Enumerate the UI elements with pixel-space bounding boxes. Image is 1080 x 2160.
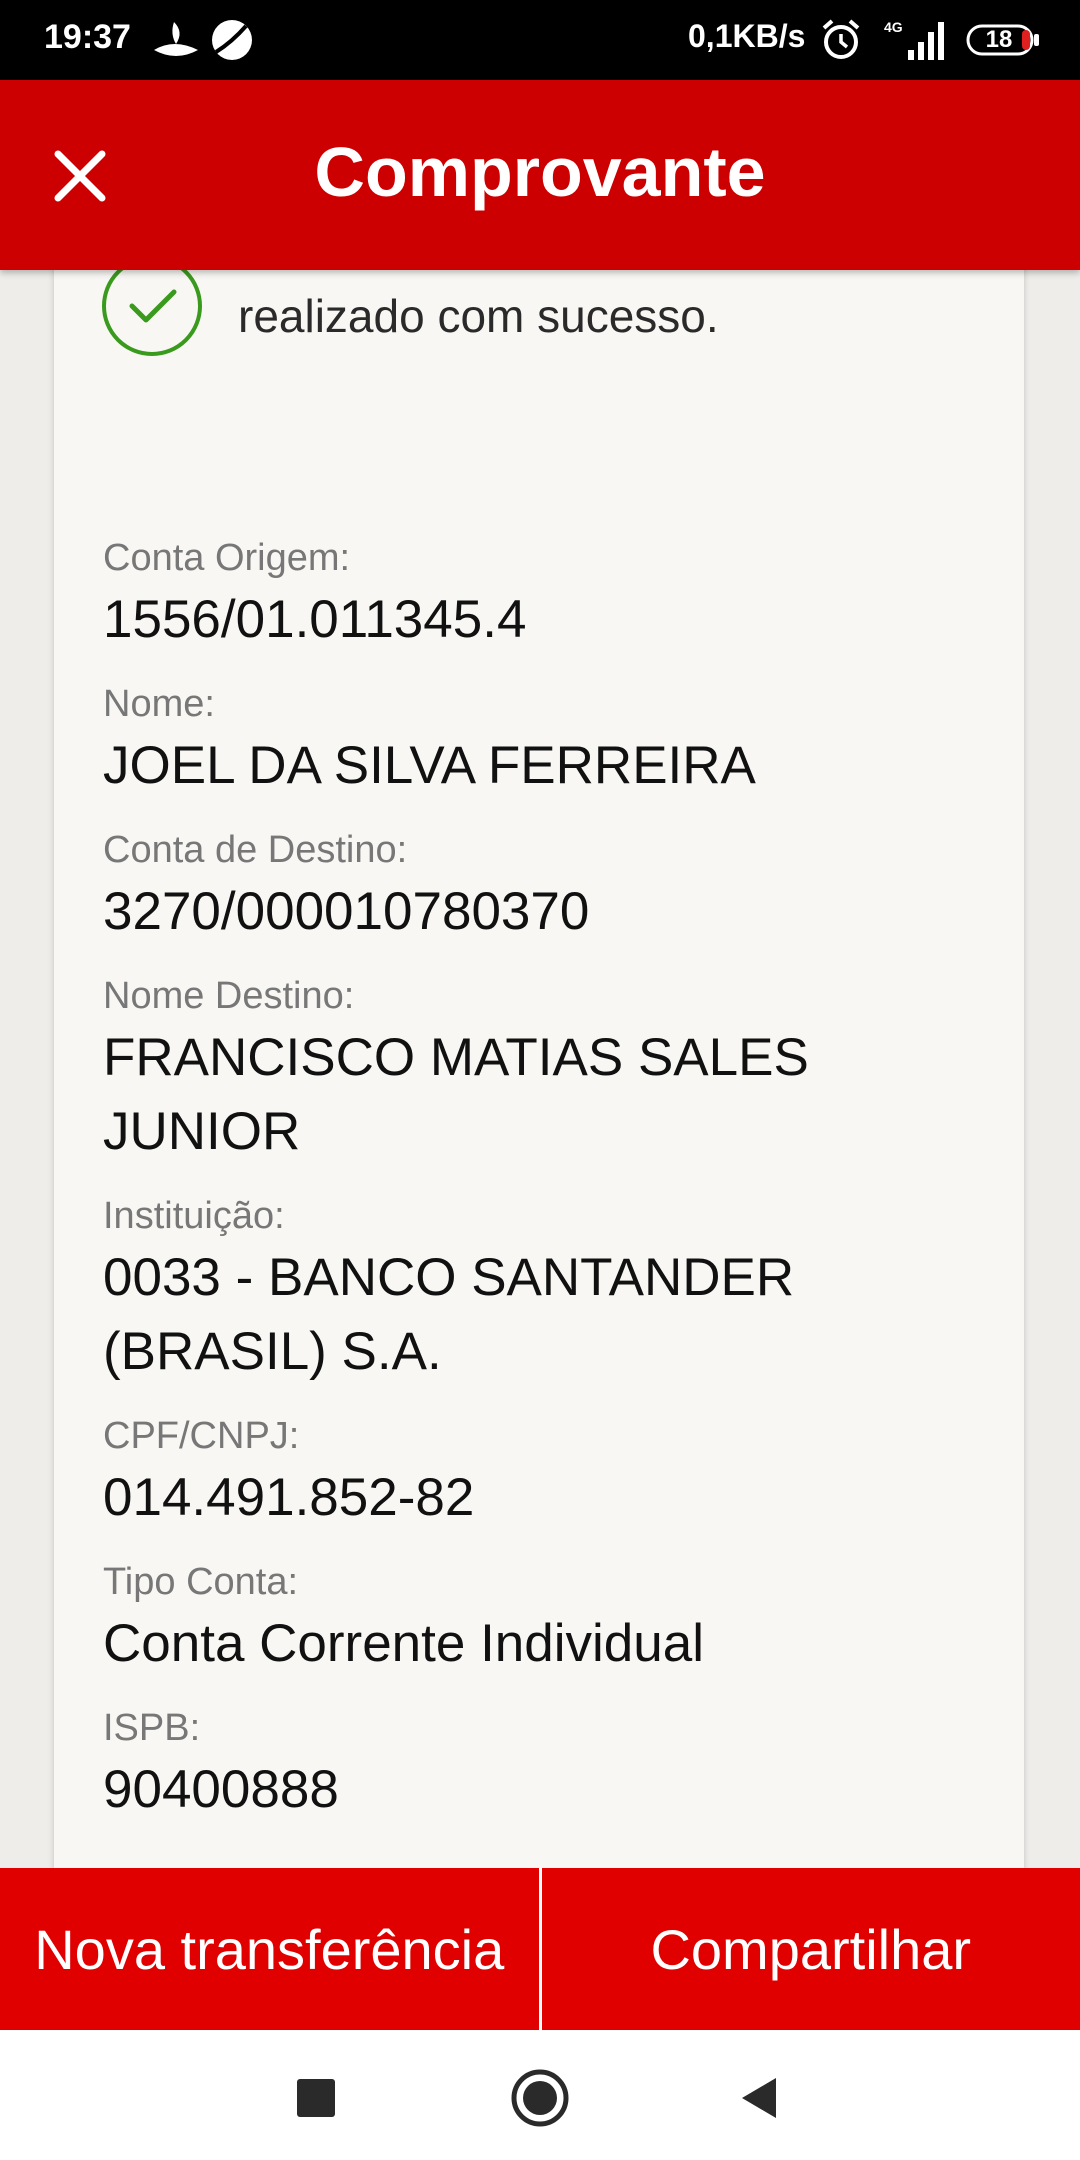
field-value: 0033 - BANCO SANTANDER (BRASIL) S.A. <box>103 1248 795 1381</box>
back-button[interactable] <box>730 2068 790 2128</box>
field-label: Nome Destino: <box>103 975 355 1017</box>
field-label: ISPB: <box>103 1707 201 1749</box>
footer-actions: Nova transferência Compartilhar <box>0 1868 1080 2030</box>
field-conta-origem: Conta Origem: 1556/01.011345.4 <box>103 535 983 657</box>
navigation-bar <box>0 2030 1080 2160</box>
status-bar: 19:37 0,1KB/s 4G 18 <box>0 0 1080 80</box>
field-label: Conta Origem: <box>103 537 351 579</box>
field-label: CPF/CNPJ: <box>103 1415 300 1457</box>
app-header: Comprovante <box>0 80 1080 270</box>
field-label: Nome: <box>103 683 215 725</box>
alarm-icon <box>822 19 860 59</box>
field-nome: Nome: JOEL DA SILVA FERREIRA <box>103 681 983 803</box>
field-value: 3270/000010780370 <box>103 882 590 941</box>
success-message: Transferência entre contas realizado com… <box>238 290 719 342</box>
field-tipo-conta: Tipo Conta: Conta Corrente Individual <box>103 1559 983 1681</box>
field-nome-destino: Nome Destino: FRANCISCO MATIAS SALES JUN… <box>103 973 983 1169</box>
field-instituicao: Instituição: 0033 - BANCO SANTANDER (BRA… <box>103 1193 983 1389</box>
success-check-icon <box>102 270 202 356</box>
share-button[interactable]: Compartilhar <box>542 1868 1080 2030</box>
field-cpf-cnpj: CPF/CNPJ: 014.491.852-82 <box>103 1413 983 1535</box>
notification-icons <box>154 20 252 60</box>
network-speed: 0,1KB/s <box>688 18 806 54</box>
chat-icon <box>212 20 252 60</box>
field-value: Conta Corrente Individual <box>103 1614 705 1673</box>
recent-apps-button[interactable] <box>286 2068 346 2128</box>
new-transfer-button[interactable]: Nova transferência <box>0 1868 539 2030</box>
square-icon <box>297 2079 335 2117</box>
back-triangle-icon <box>742 2078 776 2118</box>
home-button[interactable] <box>510 2068 570 2128</box>
circle-home-icon <box>511 2069 569 2127</box>
field-conta-destino: Conta de Destino: 3270/000010780370 <box>103 827 983 949</box>
field-value: FRANCISCO MATIAS SALES JUNIOR <box>103 1028 809 1161</box>
battery-icon: 18 <box>966 24 1042 56</box>
field-value: 90400888 <box>103 1760 339 1819</box>
status-time: 19:37 <box>44 18 131 56</box>
signal-icon: 4G <box>884 19 944 60</box>
field-ispb: ISPB: 90400888 <box>103 1705 983 1827</box>
page-title: Comprovante <box>314 133 766 211</box>
field-value: 014.491.852-82 <box>103 1468 475 1527</box>
field-label: Instituição: <box>103 1195 285 1237</box>
field-label: Conta de Destino: <box>103 829 408 871</box>
receipt-card: Transferência entre contas realizado com… <box>54 270 1024 1868</box>
svg-text:4G: 4G <box>884 19 903 35</box>
field-value: JOEL DA SILVA FERREIRA <box>103 736 756 795</box>
receipt-scroll-area[interactable]: Transferência entre contas realizado com… <box>0 270 1080 1868</box>
receipt-details: Conta Origem: 1556/01.011345.4 Nome: JOE… <box>103 535 983 1851</box>
field-value: 1556/01.011345.4 <box>103 590 527 649</box>
field-label: Tipo Conta: <box>103 1561 299 1603</box>
santander-icon <box>154 22 198 56</box>
battery-level: 18 <box>985 26 1013 53</box>
